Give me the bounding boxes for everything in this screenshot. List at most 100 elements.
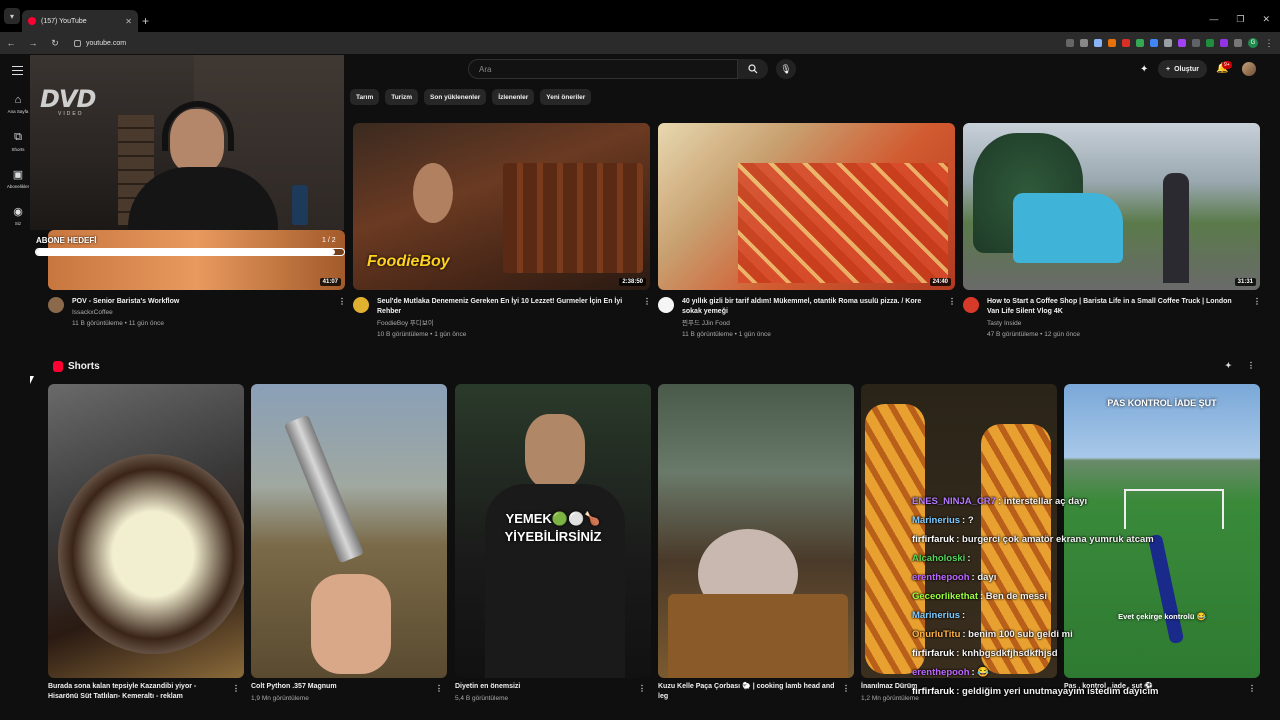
chat-username: erenthepooh bbox=[912, 572, 970, 583]
eye-off-icon[interactable] bbox=[1080, 39, 1088, 47]
voice-search-button[interactable]: 🎙 bbox=[776, 59, 796, 79]
short-thumbnail[interactable]: YEMEK🟢⚪🍗 YİYEBİLİRSİNİZ bbox=[455, 384, 651, 678]
extension-icon[interactable] bbox=[1150, 39, 1158, 47]
more-options-icon[interactable]: ⋮ bbox=[1248, 684, 1256, 693]
more-options-icon[interactable]: ⋮ bbox=[1253, 297, 1261, 306]
account-avatar[interactable] bbox=[1242, 62, 1256, 76]
extensions-puzzle-icon[interactable] bbox=[1234, 39, 1242, 47]
chat-message: firfirfaruk: knhbgsdkfjhsdkfhjsd bbox=[912, 644, 1158, 663]
more-options-icon[interactable]: ⋮ bbox=[948, 297, 956, 306]
channel-name[interactable]: Tasty Inside bbox=[987, 318, 1021, 329]
short-title[interactable]: Colt Python .357 Magnum bbox=[251, 682, 431, 692]
channel-avatar[interactable] bbox=[48, 297, 64, 313]
url-text: youtube.com bbox=[86, 39, 127, 47]
stream-chat-overlay: ENES_NINJA_CR7: interstellar aç dayı Mari… bbox=[912, 492, 1158, 701]
search-input[interactable]: Ara bbox=[468, 59, 738, 79]
more-options-icon[interactable]: ⋮ bbox=[643, 297, 651, 306]
extension-icon[interactable] bbox=[1122, 39, 1130, 47]
extension-icon[interactable] bbox=[1220, 39, 1228, 47]
sidebar-item-label: Shorts bbox=[11, 147, 25, 152]
chat-username: firfirfaruk bbox=[912, 534, 955, 545]
video-title[interactable]: How to Start a Coffee Shop | Barista Lif… bbox=[987, 297, 1245, 317]
more-options-icon[interactable]: ⋮ bbox=[232, 684, 240, 693]
more-options-icon[interactable]: ⋮ bbox=[435, 684, 443, 693]
short-meta: 1,2 Mn görüntüleme bbox=[861, 695, 919, 702]
search-button[interactable] bbox=[738, 59, 768, 79]
video-title[interactable]: Seul'de Mutlaka Denemeniz Gereken En İyi… bbox=[377, 297, 635, 317]
chat-text: : bbox=[967, 553, 971, 564]
menu-hamburger-icon[interactable] bbox=[12, 66, 23, 75]
address-bar[interactable]: youtube.com bbox=[74, 39, 127, 47]
more-options-icon[interactable]: ⋮ bbox=[1247, 361, 1255, 370]
channel-name[interactable]: FoodieBoy 푸디보이 bbox=[377, 318, 434, 329]
forward-icon[interactable]: → bbox=[28, 38, 38, 48]
chip-son-yuklenenler[interactable]: Son yüklenenler bbox=[424, 89, 487, 105]
video-meta: 11 B görüntüleme • 1 gün önce bbox=[682, 331, 771, 338]
chat-username: erenthepooh bbox=[912, 667, 970, 678]
channel-avatar[interactable] bbox=[353, 297, 369, 313]
chat-username: ENES_NINJA_CR7 bbox=[912, 496, 996, 507]
subscribe-goal-bar bbox=[35, 248, 345, 256]
video-thumbnail[interactable]: FoodieBoy 2:38:50 bbox=[353, 123, 650, 290]
more-options-icon[interactable]: ⋮ bbox=[842, 684, 850, 693]
short-thumbnail[interactable] bbox=[48, 384, 244, 678]
video-thumbnail[interactable]: 24:40 bbox=[658, 123, 955, 290]
chat-text: : benim 100 sub geldi mi bbox=[962, 629, 1073, 640]
short-title[interactable]: Burada sona kalan tepsiyle Kazandibi yiy… bbox=[48, 682, 228, 702]
extension-icon[interactable] bbox=[1108, 39, 1116, 47]
reload-icon[interactable]: ↻ bbox=[50, 38, 60, 49]
extension-icon[interactable] bbox=[1178, 39, 1186, 47]
video-thumbnail[interactable]: 31:31 bbox=[963, 123, 1260, 290]
cast-icon[interactable]: ✦ bbox=[1140, 64, 1148, 75]
profile-icon[interactable]: G bbox=[1248, 38, 1258, 48]
tab-close-icon[interactable]: ✕ bbox=[125, 17, 132, 26]
tab-search-icon[interactable]: ▾ bbox=[4, 8, 20, 24]
more-options-icon[interactable]: ⋮ bbox=[338, 297, 346, 306]
short-overlay-text: YEMEK🟢⚪🍗 YİYEBİLİRSİNİZ bbox=[504, 511, 602, 544]
chip-yeni-oneriler[interactable]: Yeni öneriler bbox=[540, 89, 592, 105]
shorts-section-title: Shorts bbox=[68, 361, 100, 372]
extension-icon[interactable] bbox=[1164, 39, 1172, 47]
channel-avatar[interactable] bbox=[963, 297, 979, 313]
extension-icon[interactable] bbox=[1192, 39, 1200, 47]
new-tab-button[interactable]: + bbox=[142, 14, 149, 28]
extensions-row: G ⋮ bbox=[1066, 38, 1274, 49]
short-thumbnail[interactable] bbox=[251, 384, 447, 678]
duration-badge: 31:31 bbox=[1234, 278, 1256, 286]
back-icon[interactable]: ← bbox=[6, 38, 16, 48]
menu-kebab-icon[interactable]: ⋮ bbox=[1264, 38, 1274, 49]
mouse-cursor-icon bbox=[30, 376, 34, 384]
more-options-icon[interactable]: ⋮ bbox=[638, 684, 646, 693]
chat-username: firfirfaruk bbox=[912, 686, 955, 697]
channel-name[interactable]: 찐푸드 JJin Food bbox=[682, 318, 730, 329]
shorts-dismiss-icon[interactable]: ✦ bbox=[1225, 361, 1232, 370]
window-controls: — ❐ ✕ bbox=[1209, 14, 1270, 25]
browser-tab[interactable]: (157) YouTube ✕ bbox=[22, 10, 138, 32]
channel-avatar[interactable] bbox=[658, 297, 674, 313]
short-thumbnail[interactable] bbox=[658, 384, 854, 678]
video-title[interactable]: 40 yıllık gizli bir tarif aldım! Mükemme… bbox=[682, 297, 940, 317]
chip-izlenenler[interactable]: İzlenenler bbox=[492, 89, 535, 105]
channel-name[interactable]: IssackxCoffee bbox=[72, 307, 113, 318]
video-title[interactable]: POV - Senior Barista's Workflow bbox=[72, 297, 332, 307]
short-title[interactable]: Kuzu Kelle Paça Çorbası 🐑 | cooking lamb… bbox=[658, 682, 838, 702]
minimize-icon[interactable]: — bbox=[1209, 14, 1218, 25]
chat-username: Alcaholoski bbox=[912, 553, 966, 564]
create-button[interactable]: + Oluştur bbox=[1158, 60, 1207, 78]
chip-tarim[interactable]: Tarım bbox=[350, 89, 380, 105]
maximize-icon[interactable]: ❐ bbox=[1236, 14, 1244, 25]
close-window-icon[interactable]: ✕ bbox=[1262, 14, 1270, 25]
extension-icon[interactable] bbox=[1206, 39, 1214, 47]
chip-turizm[interactable]: Turizm bbox=[385, 89, 419, 105]
extension-icon[interactable] bbox=[1136, 39, 1144, 47]
short-meta: 5,4 B görüntüleme bbox=[455, 695, 509, 702]
create-label: Oluştur bbox=[1174, 65, 1199, 73]
site-info-icon[interactable] bbox=[74, 39, 81, 47]
chat-text: : dayı bbox=[971, 572, 997, 583]
video-meta: 10 B görüntüleme • 1 gün önce bbox=[377, 331, 467, 338]
chat-username: firfirfaruk bbox=[912, 648, 955, 659]
chat-text: : burgerci çok amatör ekrana yumruk atca… bbox=[956, 534, 1154, 545]
screen-icon[interactable] bbox=[1066, 39, 1074, 47]
star-icon[interactable] bbox=[1094, 39, 1102, 47]
short-title[interactable]: Diyetin en önemsizi bbox=[455, 682, 635, 692]
